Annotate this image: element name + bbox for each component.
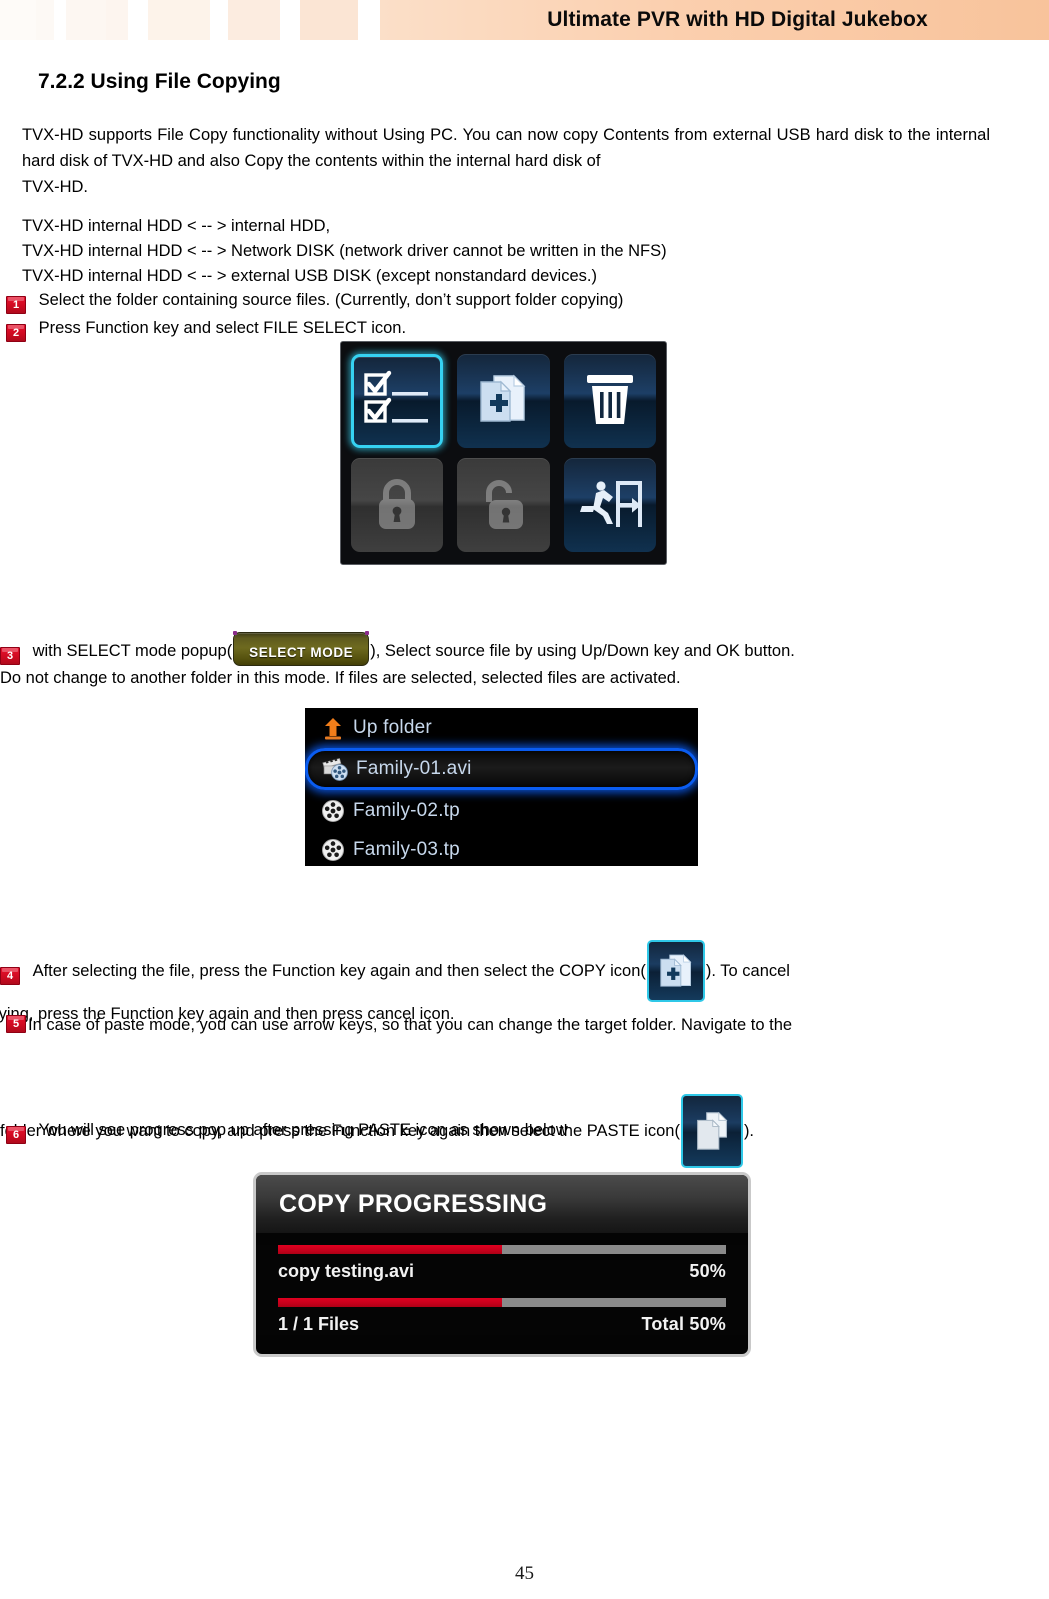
header-stripe (66, 0, 106, 40)
function-menu-screenshot (340, 341, 667, 565)
step-5-text-after: ). (743, 1122, 755, 1140)
header-stripe (0, 0, 36, 40)
file-row-label: Family-03.tp (353, 838, 460, 860)
file-row[interactable]: Family-02.tp (305, 791, 698, 830)
header-stripe (128, 0, 148, 40)
function-tile-unlock (457, 458, 550, 552)
step-4-text-before: After selecting the file, press the Func… (32, 962, 646, 980)
hdd-path-item: TVX-HD internal HDD < -- > external USB … (22, 267, 597, 285)
copy-progress-dialog-screenshot: COPY PROGRESSING copy testing.avi 50% 1 … (253, 1172, 751, 1357)
step-3-subtext: Do not change to another folder in this … (0, 669, 681, 687)
step-1: 1 Select the folder containing source fi… (6, 288, 623, 314)
file-row-label: Family-01.avi (356, 758, 472, 779)
header-stripe (106, 0, 128, 40)
header-title-band: Ultimate PVR with HD Digital Jukebox (380, 0, 1049, 40)
dialog-body: copy testing.avi 50% 1 / 1 Files Total 5… (256, 1245, 748, 1335)
exit-icon (578, 477, 642, 534)
film-reel-icon (319, 797, 347, 825)
function-tile-exit[interactable] (563, 458, 656, 552)
total-progress-info: 1 / 1 Files Total 50% (278, 1314, 726, 1335)
dialog-titlebar: COPY PROGRESSING (256, 1175, 748, 1233)
intro-paragraph: TVX-HD supports File Copy functionality … (22, 122, 990, 200)
function-tile-copy[interactable] (457, 354, 550, 448)
dialog-title: COPY PROGRESSING (279, 1189, 548, 1218)
step-5-text-before: In case of paste mode, you can use arrow… (28, 1016, 793, 1034)
delete-trash-icon (584, 371, 636, 432)
film-reel-icon (319, 836, 347, 864)
intro-paragraph-text: TVX-HD supports File Copy functionality … (22, 126, 990, 170)
step-6: 6 You will see progress pop up after pre… (6, 1118, 568, 1144)
header-stripe (280, 0, 300, 40)
lock-icon (375, 475, 419, 536)
page-number: 45 (515, 1563, 534, 1584)
header-stripe (358, 0, 380, 40)
step-3-text-before: with SELECT mode popup( (32, 642, 233, 660)
copy-icon (474, 370, 532, 433)
paste-icon (680, 1094, 743, 1168)
total-progress-fill (278, 1298, 502, 1307)
file-row[interactable]: Family-03.tp (305, 830, 698, 866)
header-stripe (36, 0, 54, 40)
function-tile-lock (351, 458, 444, 552)
function-tile-delete[interactable] (563, 354, 656, 448)
hdd-path-item: TVX-HD internal HDD < -- > internal HDD, (22, 217, 331, 235)
step-number-badge: 4 (0, 967, 20, 985)
step-number-badge: 5 (6, 1015, 26, 1033)
video-clapper-icon (322, 755, 350, 783)
file-progress-bar (278, 1245, 726, 1254)
step-5: 5 In case of paste mode, you can use arr… (0, 1013, 1043, 1168)
section-heading: 7.2.2 Using File Copying (38, 70, 281, 93)
step-2: 2 Press Function key and select FILE SEL… (6, 316, 406, 342)
step-number-badge: 6 (6, 1126, 26, 1144)
step-6-text: You will see progress pop up after press… (38, 1121, 568, 1139)
step-number-badge: 1 (6, 296, 26, 314)
total-progress-bar (278, 1298, 726, 1307)
select-mode-label: SELECT MODE (249, 645, 354, 660)
header-stripe (54, 0, 66, 40)
header-stripe (210, 0, 228, 40)
file-row-label: Family-02.tp (353, 799, 460, 821)
document-title: Ultimate PVR with HD Digital Jukebox (547, 8, 928, 31)
header-stripe (228, 0, 280, 40)
file-row-selected[interactable]: Family-01.avi (305, 748, 698, 790)
header-stripe (300, 0, 358, 40)
copy-files-count: 1 / 1 Files (278, 1314, 360, 1334)
header-stripe (148, 0, 210, 40)
step-4-text-after: ). To cancel (705, 962, 790, 980)
step-1-text: Select the folder containing source file… (38, 291, 624, 309)
hdd-path-item: TVX-HD internal HDD < -- > Network DISK … (22, 242, 667, 260)
hdd-path-list: TVX-HD internal HDD < -- > internal HDD,… (22, 214, 667, 289)
step-2-text: Press Function key and select FILE SELEC… (38, 319, 407, 337)
copy-file-name: copy testing.avi (278, 1261, 415, 1281)
intro-paragraph-lastline: TVX-HD. (22, 178, 88, 196)
step-3: 3 with SELECT mode popup( SELECT MODE ), S… (0, 631, 1040, 691)
copy-total-percent: Total 50% (641, 1314, 726, 1334)
page-header: Ultimate PVR with HD Digital Jukebox (0, 0, 1049, 40)
file-row-up-folder[interactable]: Up folder (305, 708, 698, 747)
step-number-badge: 3 (0, 647, 20, 665)
file-browser-screenshot: Up folder Family-01.avi Family-02.tp Fam… (305, 708, 698, 866)
step-number-badge: 2 (6, 324, 26, 342)
copy-icon (646, 940, 705, 1002)
file-row-label: Up folder (353, 716, 432, 738)
select-mode-popup-badge: SELECT MODE (233, 631, 370, 666)
function-tile-file-select[interactable] (351, 354, 444, 448)
file-select-icon (362, 370, 432, 433)
file-progress-info: copy testing.avi 50% (278, 1261, 726, 1282)
copy-file-percent: 50% (689, 1261, 726, 1281)
file-progress-fill (278, 1245, 502, 1254)
unlock-icon (479, 475, 527, 536)
up-folder-arrow-icon (319, 714, 347, 742)
step-3-text-after: ), Select source file by using Up/Down k… (370, 642, 795, 660)
